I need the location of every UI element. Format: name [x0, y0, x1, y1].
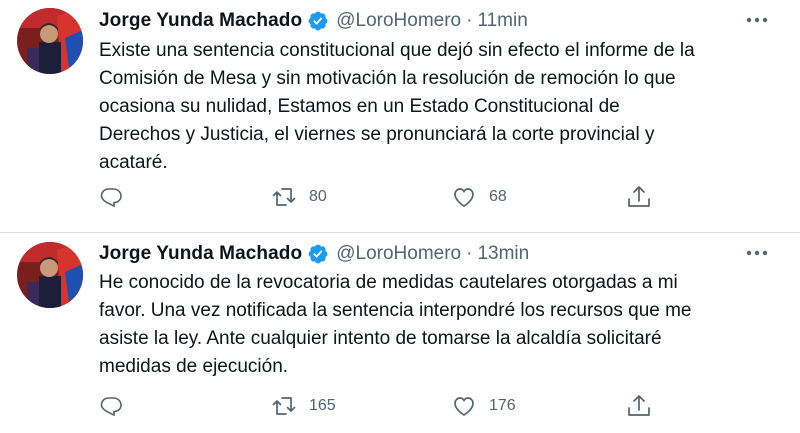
verified-badge-icon	[307, 243, 329, 265]
retweet-button[interactable]: 165	[271, 393, 336, 419]
like-button[interactable]: 176	[451, 393, 516, 419]
author-name[interactable]: Jorge Yunda Machado	[99, 243, 302, 265]
share-button[interactable]	[626, 393, 652, 419]
author-handle[interactable]: @LoroHomero	[336, 10, 461, 32]
separator: ·	[466, 243, 473, 264]
timestamp[interactable]: 13min	[477, 243, 529, 265]
avatar[interactable]	[17, 242, 83, 308]
retweet-button[interactable]: 80	[271, 184, 327, 210]
share-icon	[626, 393, 652, 419]
like-count: 68	[489, 188, 507, 205]
reply-icon	[99, 394, 123, 418]
share-icon	[626, 184, 652, 210]
more-icon[interactable]	[742, 10, 772, 30]
author-name[interactable]: Jorge Yunda Machado	[99, 10, 302, 32]
retweet-icon	[271, 185, 297, 209]
author-handle[interactable]: @LoroHomero	[336, 243, 461, 265]
tweet[interactable]: Jorge Yunda Machado @LoroHomero · 11min …	[0, 0, 800, 233]
tweet-actions: 165 176	[99, 393, 659, 419]
like-count: 176	[489, 397, 516, 414]
like-icon	[451, 394, 477, 418]
reply-button[interactable]	[99, 184, 123, 210]
retweet-count: 80	[309, 188, 327, 205]
reply-icon	[99, 185, 123, 209]
avatar[interactable]	[17, 8, 83, 74]
retweet-count: 165	[309, 397, 336, 414]
separator: ·	[466, 10, 473, 31]
reply-button[interactable]	[99, 393, 123, 419]
share-button[interactable]	[626, 184, 652, 210]
verified-badge-icon	[307, 10, 329, 32]
tweet-actions: 80 68	[99, 184, 659, 210]
tweet-text: He conocido de la revocatoria de medidas…	[99, 272, 692, 377]
like-icon	[451, 185, 477, 209]
retweet-icon	[271, 394, 297, 418]
tweet[interactable]: Jorge Yunda Machado @LoroHomero · 13min …	[0, 233, 800, 433]
more-icon[interactable]	[742, 243, 772, 263]
like-button[interactable]: 68	[451, 184, 507, 210]
tweet-text: Existe una sentencia constitucional que …	[99, 40, 695, 173]
timestamp[interactable]: 11min	[477, 10, 527, 32]
